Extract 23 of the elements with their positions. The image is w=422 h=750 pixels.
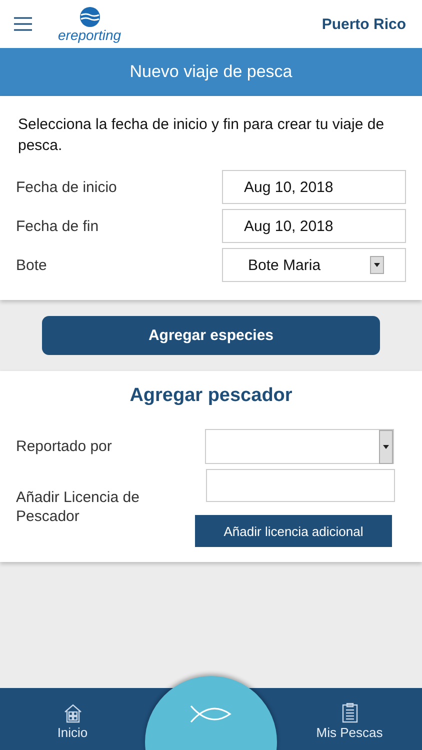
page-title-bar: Nuevo viaje de pesca bbox=[0, 48, 422, 96]
field-label: Reportado por bbox=[16, 438, 112, 455]
field-label: Fecha de fin bbox=[16, 218, 99, 234]
fish-icon bbox=[190, 704, 232, 724]
home-tab[interactable]: Inicio bbox=[0, 698, 145, 740]
section-title: Agregar pescador bbox=[128, 385, 294, 407]
field-label: Bote bbox=[16, 256, 47, 274]
date-field[interactable]: Aug 10, 2018 bbox=[222, 209, 406, 243]
clipboard-icon bbox=[342, 702, 358, 722]
brand-logo: ereporting bbox=[58, 28, 122, 42]
region-label: Puerto Rico bbox=[322, 16, 407, 32]
date-field[interactable]: Aug 10, 2018 bbox=[222, 170, 406, 204]
my-catches-tab[interactable]: Mis Pescas bbox=[277, 698, 422, 740]
field-label: Añadir Licencia de Pescador bbox=[16, 488, 140, 526]
field-label: Fecha de inicio bbox=[16, 178, 117, 196]
boat-dropdown[interactable]: Bote Maria bbox=[222, 248, 406, 282]
license-input[interactable] bbox=[206, 469, 395, 502]
menu-icon[interactable] bbox=[14, 17, 32, 31]
add-species-button[interactable]: Agregar especies bbox=[42, 316, 380, 355]
globe-icon bbox=[78, 6, 101, 28]
add-license-button[interactable]: Añadir licencia adicional bbox=[195, 515, 392, 547]
house-icon bbox=[62, 702, 82, 722]
instructions: Selecciona la fecha de inicio y fin para crear tu viaje de pesca. bbox=[18, 115, 386, 156]
